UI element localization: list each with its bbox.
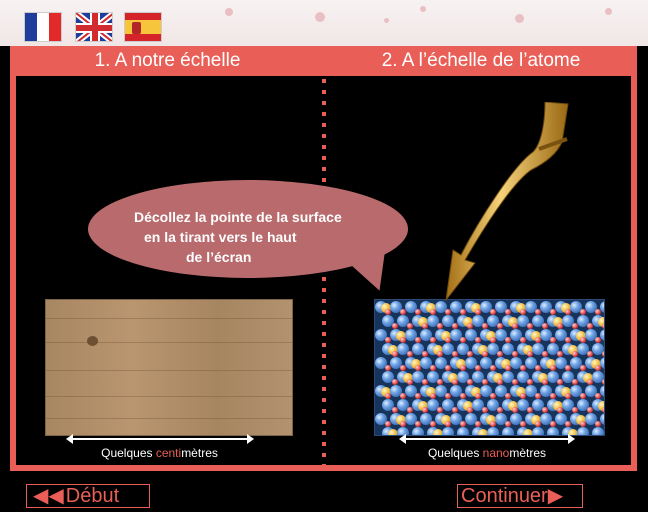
red-atom bbox=[512, 435, 518, 436]
red-atom bbox=[467, 435, 473, 436]
left-scale-arrow bbox=[66, 434, 254, 444]
instruction-text: Décollez la pointe de la surface en la t… bbox=[126, 207, 394, 267]
right-caption-highlight: nano bbox=[482, 446, 510, 460]
continue-button[interactable]: Continuer▶ bbox=[457, 484, 583, 508]
right-panel-title: 2. A l’échelle de l’atome bbox=[381, 50, 581, 71]
wood-surface-image bbox=[45, 299, 293, 436]
top-bar bbox=[0, 0, 648, 46]
red-atom bbox=[602, 351, 604, 357]
instruction-line-1: Décollez la pointe de la surface bbox=[134, 209, 342, 225]
red-atom bbox=[602, 435, 605, 436]
red-atom bbox=[542, 435, 548, 436]
blue-atom bbox=[600, 301, 604, 313]
red-atom bbox=[527, 435, 533, 436]
continue-button-label: Continuer bbox=[461, 485, 548, 507]
right-scale-caption: Quelques nanomètres bbox=[399, 446, 575, 460]
red-atom bbox=[602, 323, 604, 329]
left-caption-prefix: Quelques bbox=[101, 446, 156, 460]
red-atom bbox=[587, 435, 593, 436]
left-caption-suffix: mètres bbox=[181, 446, 218, 460]
red-atom bbox=[422, 435, 428, 436]
red-atom bbox=[602, 407, 604, 413]
red-atom bbox=[392, 435, 398, 436]
red-atom bbox=[497, 435, 503, 436]
spain-flag[interactable] bbox=[124, 12, 162, 42]
france-flag[interactable] bbox=[24, 12, 62, 42]
red-atom bbox=[437, 435, 443, 436]
right-caption-prefix: Quelques bbox=[427, 446, 483, 460]
left-panel-title: 1. A notre échelle bbox=[94, 50, 241, 71]
uk-flag[interactable] bbox=[75, 12, 113, 42]
instruction-line-3: de l’écran bbox=[186, 249, 252, 265]
left-caption-highlight: centi bbox=[155, 446, 182, 460]
red-atom bbox=[407, 435, 413, 436]
triangle-right-icon: ▶ bbox=[547, 485, 564, 507]
atomic-lattice-image bbox=[374, 299, 605, 436]
probe-tip-icon[interactable] bbox=[441, 102, 573, 302]
right-scale-arrow bbox=[399, 434, 575, 444]
blue-atom bbox=[600, 413, 604, 425]
red-atom bbox=[482, 435, 488, 436]
blue-atom bbox=[600, 329, 604, 341]
back-button[interactable]: ◀◀ Début bbox=[26, 484, 150, 508]
blue-atom bbox=[600, 385, 604, 397]
red-atom bbox=[557, 435, 563, 436]
blue-atom bbox=[600, 357, 604, 369]
left-scale-caption: Quelques centimètres bbox=[66, 446, 253, 460]
back-button-label: Début bbox=[65, 485, 120, 507]
instruction-line-2: en la tirant vers le haut bbox=[144, 229, 297, 245]
double-chevron-left-icon: ◀◀ bbox=[33, 485, 64, 507]
right-caption-suffix: mètres bbox=[509, 446, 547, 460]
red-atom bbox=[452, 435, 458, 436]
red-atom bbox=[602, 379, 604, 385]
